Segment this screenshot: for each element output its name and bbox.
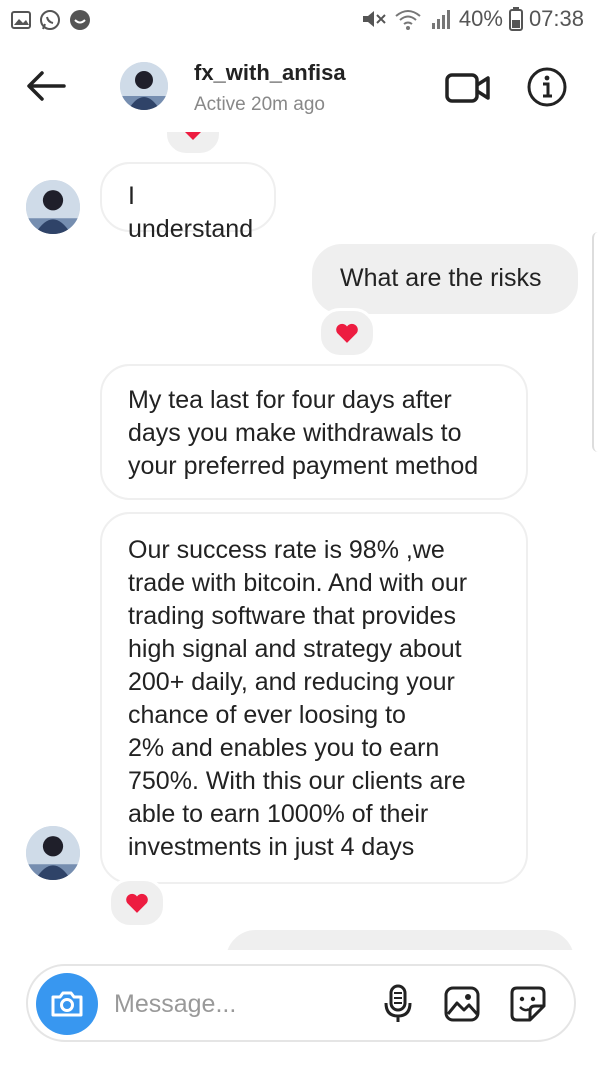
message-bubble-sent-partial[interactable] <box>226 930 574 950</box>
message-text: What are the risks <box>340 264 542 292</box>
avatar-image <box>26 180 80 234</box>
video-call-icon[interactable] <box>444 68 492 108</box>
message-line: investments in just 4 days <box>128 833 415 861</box>
back-arrow-icon[interactable] <box>24 68 68 104</box>
message-thread[interactable]: I understand What are the risks My tea l… <box>0 132 602 950</box>
page-title[interactable]: fx_with_anfisa <box>194 60 346 86</box>
message-line: trade with bitcoin. And with our <box>128 569 468 597</box>
reaction-heart[interactable] <box>108 878 166 928</box>
circle-app-icon <box>70 10 90 30</box>
message-bubble-received[interactable]: Our success rate is 98% ,we trade with b… <box>100 512 528 884</box>
message-line: 2% and enables you to earn <box>128 734 440 762</box>
signal-icon <box>431 10 450 29</box>
message-input[interactable] <box>112 980 356 1028</box>
status-right-icons: 40% 07:38 <box>361 6 584 32</box>
message-text: I understand <box>128 182 254 243</box>
gallery-icon <box>11 11 31 29</box>
message-bubble-sent[interactable]: What are the risks <box>312 244 578 314</box>
wifi-icon <box>395 10 421 30</box>
message-line: able to earn 1000% of their <box>128 800 429 828</box>
camera-icon <box>51 991 83 1017</box>
sender-avatar[interactable] <box>26 826 80 880</box>
message-bubble-received[interactable]: I understand <box>100 162 276 243</box>
microphone-icon <box>384 984 412 1022</box>
message-line: 750%. With this our clients are <box>128 767 466 795</box>
clock: 07:38 <box>528 6 584 31</box>
scrollbar[interactable] <box>592 232 602 452</box>
battery-icon <box>508 7 523 31</box>
reaction-heart[interactable] <box>164 132 222 156</box>
message-line: My tea last for four days after <box>128 386 452 414</box>
avatar-image <box>120 62 168 110</box>
message-bubble-received[interactable]: My tea last for four days after days you… <box>100 364 528 500</box>
gallery-icon <box>444 986 480 1022</box>
info-icon[interactable] <box>526 66 568 108</box>
avatar-image <box>26 826 80 880</box>
message-line: 200+ daily, and reducing your <box>128 668 455 696</box>
chat-header: fx_with_anfisa Active 20m ago <box>0 40 602 132</box>
microphone-button[interactable] <box>378 984 418 1024</box>
avatar[interactable] <box>120 62 168 110</box>
message-line: your preferred payment method <box>128 452 479 480</box>
message-line: chance of ever loosing to <box>128 701 406 729</box>
reaction-heart[interactable] <box>318 308 376 358</box>
whatsapp-icon <box>40 10 60 30</box>
message-line: days you make withdrawals to <box>128 419 462 447</box>
mute-icon <box>362 11 386 27</box>
status-left-icons <box>10 8 92 32</box>
message-composer <box>26 964 576 1042</box>
camera-button[interactable] <box>36 973 98 1035</box>
active-status: Active 20m ago <box>194 94 325 115</box>
sticker-icon <box>510 986 546 1022</box>
message-line: Our success rate is 98% ,we <box>128 536 445 564</box>
message-line: high signal and strategy about <box>128 635 462 663</box>
sender-avatar[interactable] <box>26 180 80 234</box>
status-bar: 40% 07:38 <box>0 0 602 40</box>
sticker-button[interactable] <box>508 984 548 1024</box>
message-line: trading software that provides <box>128 602 456 630</box>
heart-icon <box>185 132 201 140</box>
gallery-button[interactable] <box>442 984 482 1024</box>
heart-icon <box>126 893 148 913</box>
heart-icon <box>336 323 358 343</box>
battery-percent: 40% <box>458 6 503 31</box>
